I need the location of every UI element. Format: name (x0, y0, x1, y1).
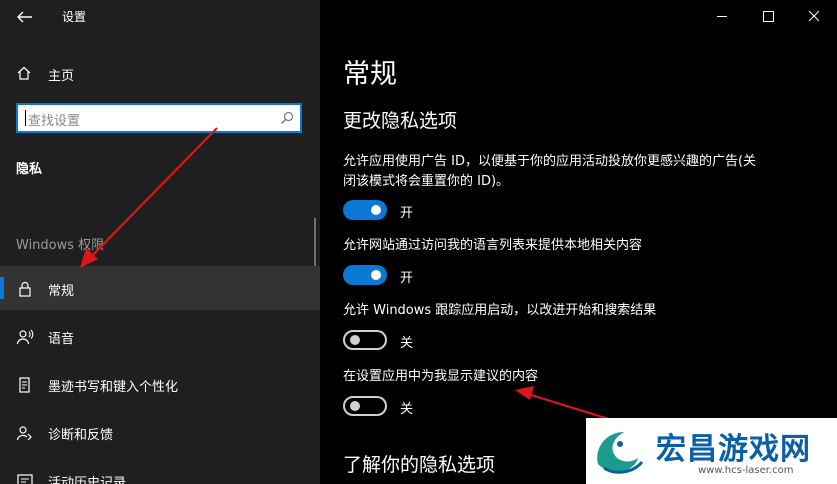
sidebar-item-speech[interactable]: 语音 (0, 314, 320, 358)
lock-icon (19, 281, 31, 297)
toggle-state-label: 开 (400, 206, 414, 221)
toggle-knob (350, 335, 360, 345)
option-line: 允许应用使用广告 ID，以便基于你的应用活动投放你更感兴趣的广告(关 (343, 154, 757, 169)
settings-content: 常规 更改隐私选项 允许应用使用广告 ID，以便基于你的应用活动投放你更感兴趣的… (320, 0, 837, 484)
search-input[interactable]: 查找设置 (16, 103, 302, 133)
window-title: 设置 (62, 10, 87, 24)
suggested-content-toggle[interactable] (343, 396, 387, 416)
sidebar-item-label: 常规 (48, 284, 75, 299)
sidebar-item-inking[interactable]: 墨迹书写和键入个性化 (0, 362, 320, 406)
sidebar-item-label: 活动历史记录 (48, 476, 127, 484)
home-icon (17, 66, 31, 80)
section-heading: 更改隐私选项 (343, 110, 458, 132)
maximize-icon (763, 11, 774, 22)
sidebar-item-label: 墨迹书写和键入个性化 (48, 380, 179, 395)
minimize-button[interactable] (699, 0, 745, 32)
close-icon (808, 10, 820, 22)
speech-icon (16, 329, 34, 345)
minimize-icon (717, 16, 727, 17)
learn-more-heading: 了解你的隐私选项 (343, 454, 496, 476)
inking-icon (19, 377, 30, 393)
sidebar-item-home[interactable]: 主页 (0, 56, 320, 90)
toggle-state-label: 关 (400, 336, 414, 351)
option-description: 允许 Windows 跟踪应用启动，以改进开始和搜索结果 (343, 303, 657, 318)
language-list-toggle[interactable] (343, 265, 387, 285)
option-description: 在设置应用中为我显示建议的内容 (343, 369, 539, 384)
sidebar-item-diagnostics[interactable]: 诊断和反馈 (0, 410, 320, 454)
close-button[interactable] (791, 0, 837, 32)
sidebar-item-label: 诊断和反馈 (48, 428, 114, 443)
group-label: Windows 权限 (16, 238, 105, 253)
sidebar-item-label: 主页 (48, 69, 75, 84)
toggle-knob (371, 270, 381, 280)
toggle-state-label: 关 (400, 402, 414, 417)
search-placeholder: 查找设置 (28, 114, 81, 129)
back-button[interactable] (8, 2, 40, 32)
dragon-logo (597, 432, 644, 474)
selection-indicator (0, 277, 4, 299)
back-arrow-icon (17, 11, 32, 23)
maximize-button[interactable] (745, 0, 791, 32)
sidebar-item-general[interactable]: 常规 (0, 266, 320, 310)
option-description: 允许应用使用广告 ID，以便基于你的应用活动投放你更感兴趣的广告(关 闭该模式将… (343, 152, 756, 192)
sidebar-item-label: 语音 (48, 332, 75, 347)
search-icon[interactable] (280, 111, 294, 125)
activity-history-icon (17, 474, 33, 484)
watermark-url: www.hcs-laser.com (698, 465, 794, 476)
toggle-knob (371, 205, 381, 215)
text-cursor (25, 110, 26, 126)
watermark-title: 宏昌游戏网 (656, 432, 811, 467)
settings-sidebar: 设置 主页 查找设置 隐私 Windows 权限 常规 语音 墨迹书写和键入个性… (0, 0, 320, 484)
sidebar-item-activity-history[interactable]: 活动历史记录 (0, 458, 320, 484)
option-line: 闭该模式将会重置你的 ID)。 (343, 174, 510, 189)
section-label: 隐私 (16, 162, 43, 177)
toggle-knob (350, 401, 360, 411)
page-title: 常规 (343, 59, 397, 90)
advertising-id-toggle[interactable] (343, 200, 387, 220)
watermark: 宏昌游戏网 www.hcs-laser.com (586, 418, 837, 484)
toggle-state-label: 开 (400, 271, 414, 286)
diagnostics-icon (16, 426, 32, 441)
option-description: 允许网站通过访问我的语言列表来提供本地相关内容 (343, 238, 643, 253)
app-launch-tracking-toggle[interactable] (343, 330, 387, 350)
